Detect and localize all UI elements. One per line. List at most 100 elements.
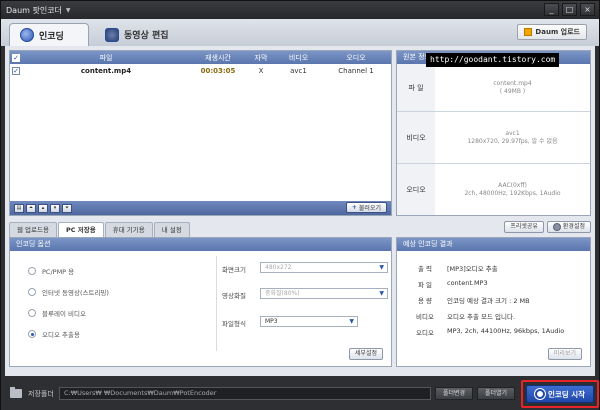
result-value: 오디오 추출 모드 입니다. [447,313,516,321]
tab-video-edit[interactable]: 동영상 편집 [95,23,179,46]
result-row: 출 력 [MP3]오디오 추출 [407,263,498,273]
tab-video-edit-label: 동영상 편집 [124,31,169,41]
close-button[interactable]: × [580,3,595,16]
list-toolbar: ▤ ⏶ ▴ ▾ ⏷ + 불러오기 [10,201,391,215]
original-info-panel: 원본 정보 파 일 content.mp4( 49MB ) 비디오 avc1 12… [396,50,591,216]
quality-label: 영상화질 [222,292,246,300]
cell-video: avc1 [290,67,307,75]
divider [216,256,217,351]
encoding-options-panel: 인코딩 옵션 PC/PMP 용 인터넷 동영상(스트리밍) 블루레이 비디오 오… [9,237,392,367]
daum-upload-button[interactable]: Daum 업로드 [517,24,587,40]
env-settings-label: 환경설정 [562,223,585,230]
select-all-checkbox[interactable]: ✓ [12,53,20,62]
save-path-field[interactable]: C:₩Users₩ ₩Documents₩Daum₩PotEncoder [59,387,431,400]
load-files-label: 불러오기 [358,205,381,212]
result-row: 용 량 인코딩 예상 결과 크기 : 2 MB [407,295,530,305]
preset-tabs: 웹 업로드용 PC 저장용 휴대 기기용 내 설정 [9,222,190,237]
tab-web-upload[interactable]: 웹 업로드용 [9,222,57,237]
result-key: 오디오 [416,329,434,337]
col-video[interactable]: 비디오 [276,53,321,63]
col-subtitle[interactable]: 자막 [246,53,276,63]
file-list: ✓ 파일 재생시간 자막 비디오 오디오 ✓ content.mp4 00:03… [9,50,392,216]
move-bottom-button[interactable]: ⏷ [62,203,72,213]
info-row-audio: 오디오 AAC(0xff) 2ch, 48000Hz, 192Kbps, 1Aud… [397,164,590,215]
open-folder-button[interactable]: 폴더열기 [477,387,515,400]
quality-value: 중화질(80%) [265,290,300,297]
radio-bluray[interactable]: 블루레이 비디오 [28,308,86,318]
file-list-header: ✓ 파일 재생시간 자막 비디오 오디오 [10,51,391,64]
remove-all-button[interactable]: ▤ [14,203,24,213]
col-audio[interactable]: 오디오 [321,53,391,63]
chevron-down-icon: ▼ [379,290,384,297]
gear-icon [552,223,561,231]
result-value: [MP3]오디오 추출 [447,265,498,273]
row-checkbox[interactable]: ✓ [12,67,20,75]
radio-streaming[interactable]: 인터넷 동영상(스트리밍) [28,287,109,297]
expected-result-panel: 예상 인코딩 결과 출 력 [MP3]오디오 추출 파 일 content.MP3 … [396,237,591,367]
folder-icon [10,387,22,398]
info-row-video: 비디오 avc1 1280x720, 29.97fps, 알 수 없음 [397,112,590,164]
window-title: Daum 팟인코더 [6,5,62,15]
load-files-button[interactable]: + 불러오기 [345,202,387,213]
cell-subtitle: X [258,67,264,75]
start-encoding-label: 인코딩 시작 [547,389,586,399]
minimize-button[interactable]: _ [544,3,559,16]
info-label-video: 비디오 [397,112,435,163]
start-encoding-button[interactable]: 인코딩 시작 [526,385,594,403]
col-duration[interactable]: 재생시간 [190,53,246,63]
radio-pc-pmp[interactable]: PC/PMP 용 [28,266,74,276]
change-folder-button[interactable]: 폴더변경 [435,387,473,400]
start-encoding-highlight: 인코딩 시작 [521,380,599,408]
app-window: Daum 팟인코더 ▼ _ □ × 인코딩 동영상 편집 Daum 업로드 ht… [0,0,600,410]
tab-encoding[interactable]: 인코딩 [9,23,89,46]
tab-pc-save[interactable]: PC 저장용 [57,222,104,237]
tab-my-settings[interactable]: 내 설정 [153,222,190,237]
info-label-audio: 오디오 [397,164,435,215]
watermark-url: http://goodant.tistory.com [426,53,560,67]
daum-upload-label: Daum 업로드 [535,28,580,36]
radio-circle [28,267,36,275]
table-row[interactable]: ✓ content.mp4 00:03:05 X avc1 Channel 1 [10,64,391,78]
cell-file: content.mp4 [80,67,132,75]
preset-share-button[interactable]: 프리셋공유 [504,221,544,233]
expected-result-header: 예상 인코딩 결과 [397,238,590,251]
screen-size-value: 480x272 [265,264,292,271]
move-up-button[interactable]: ▴ [38,203,48,213]
result-value: content.MP3 [447,279,488,287]
maximize-button[interactable]: □ [562,3,577,16]
detail-settings-button[interactable]: 세부설정 [348,348,383,360]
bottom-bar: 저장폴더 C:₩Users₩ ₩Documents₩Daum₩PotEncode… [1,378,599,410]
info-audio-detail: 2ch, 48000Hz, 192Kbps, 1Audio [464,189,561,197]
info-video-detail: 1280x720, 29.97fps, 알 수 없음 [467,137,558,145]
tab-encoding-label: 인코딩 [39,31,64,42]
main-tabbar: 인코딩 동영상 편집 Daum 업로드 [1,19,599,46]
format-label: 파일형식 [222,320,246,328]
chevron-down-icon: ▼ [379,264,384,271]
radio-label: 블루레이 비디오 [42,310,86,318]
menu-caret-icon[interactable]: ▼ [66,7,71,14]
info-video-codec: avc1 [505,129,520,137]
radio-circle [28,309,36,317]
move-down-button[interactable]: ▾ [50,203,60,213]
col-file[interactable]: 파일 [22,53,190,63]
preview-button[interactable]: 미리보기 [547,348,582,360]
cell-duration: 00:03:05 [200,67,236,75]
move-top-button[interactable]: ⏶ [26,203,36,213]
quality-select[interactable]: 중화질(80%) ▼ [260,288,388,299]
screen-size-label: 화면크기 [222,266,246,274]
radio-label: 오디오 추출용 [42,331,80,339]
encoding-icon [20,28,34,42]
info-file-name: content.mp4 [493,79,532,87]
radio-label: 인터넷 동영상(스트리밍) [42,289,109,297]
cell-audio: Channel 1 [338,67,374,75]
result-key: 비디오 [416,313,434,321]
format-select[interactable]: MP3 ▼ [260,316,358,327]
radio-audio-extract[interactable]: 오디오 추출용 [28,329,80,339]
result-key: 용 량 [417,297,433,305]
env-settings-button[interactable]: 환경설정 [546,221,591,233]
daum-logo-icon [524,28,533,36]
screen-size-select[interactable]: 480x272 ▼ [260,262,388,273]
info-file-size: ( 49MB ) [499,87,526,95]
title-bar: Daum 팟인코더 ▼ _ □ × [1,1,599,19]
tab-mobile[interactable]: 휴대 기기용 [104,222,153,237]
